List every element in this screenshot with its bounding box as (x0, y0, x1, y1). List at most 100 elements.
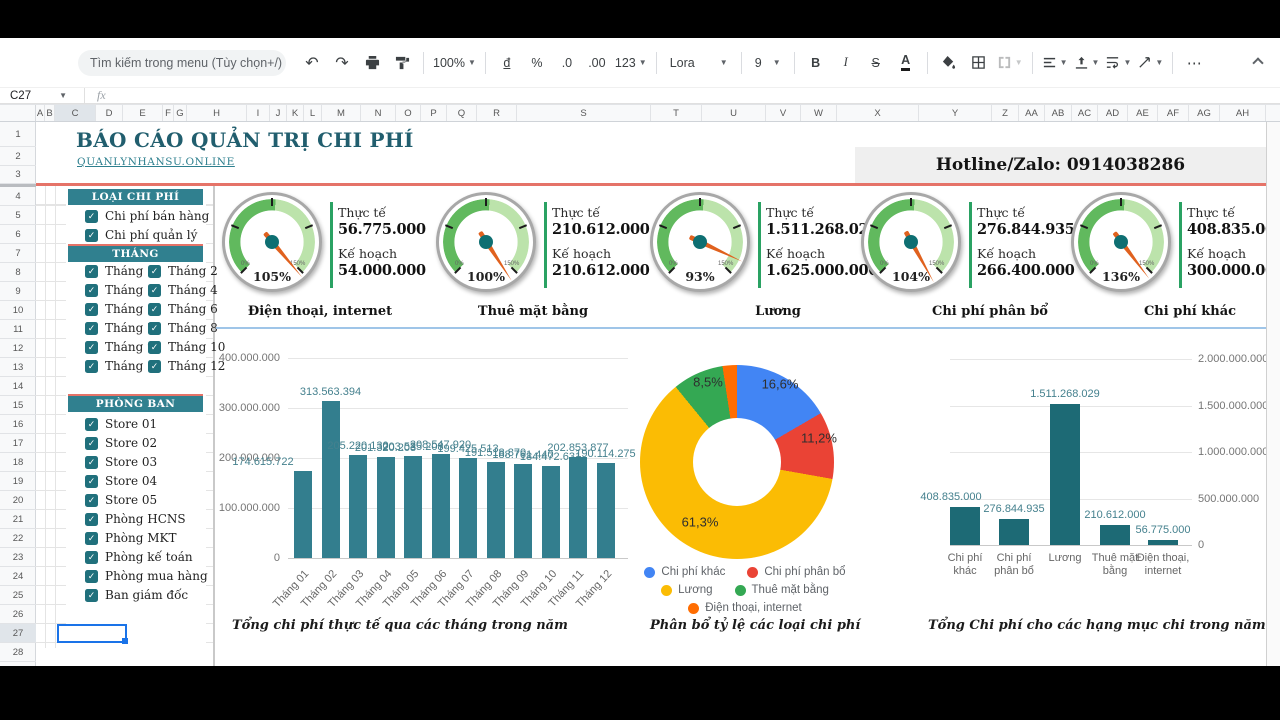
checkbox-checked-icon[interactable]: ✓ (85, 513, 98, 526)
column-header-AD[interactable]: AD (1098, 105, 1128, 121)
column-header-T[interactable]: T (651, 105, 702, 121)
column-header-AE[interactable]: AE (1128, 105, 1158, 121)
font-size-select[interactable]: 9▼ (751, 50, 785, 76)
legend-item-điện-thoại,-internet[interactable]: Điện thoại, internet (688, 602, 802, 614)
checkbox-checked-icon[interactable]: ✓ (85, 360, 98, 373)
filter-item-store-01[interactable]: ✓Store 01 (85, 416, 157, 432)
column-header-C[interactable]: C (55, 105, 96, 121)
row-header-8[interactable]: 8 (0, 263, 36, 282)
select-all-corner[interactable] (0, 105, 36, 121)
collapse-toolbar-icon[interactable] (1238, 50, 1262, 76)
bold-button[interactable]: B (804, 50, 828, 76)
paint-format-icon[interactable] (390, 50, 414, 76)
gauge-dial[interactable]: 0%150%100% (436, 192, 536, 292)
filter-item-store-04[interactable]: ✓Store 04 (85, 473, 157, 489)
checkbox-checked-icon[interactable]: ✓ (85, 494, 98, 507)
formula-input[interactable] (118, 88, 1280, 103)
filter-item-phòng-kế-toán[interactable]: ✓Phòng kế toán (85, 549, 193, 565)
column-header-E[interactable]: E (123, 105, 163, 121)
text-rotation-icon[interactable]: ▼ (1137, 50, 1163, 76)
filter-item-phòng-mua-hàng[interactable]: ✓Phòng mua hàng (85, 568, 208, 584)
row-header-27[interactable]: 27 (0, 624, 36, 643)
more-options-icon[interactable]: ⋯ (1182, 50, 1206, 76)
row-header-21[interactable]: 21 (0, 510, 36, 529)
increase-decimals-button[interactable]: .00 (585, 50, 609, 76)
filter-item-tháng-9[interactable]: ✓Tháng 9 (85, 339, 155, 355)
column-header-B[interactable]: B (45, 105, 55, 121)
undo-icon[interactable]: ↶ (300, 50, 324, 76)
checkbox-checked-icon[interactable]: ✓ (85, 210, 98, 223)
italic-button[interactable]: I (834, 50, 858, 76)
column-header-F[interactable]: F (163, 105, 174, 121)
column-header-M[interactable]: M (322, 105, 361, 121)
gauge-dial[interactable]: 0%150%136% (1071, 192, 1171, 292)
checkbox-checked-icon[interactable]: ✓ (85, 456, 98, 469)
checkbox-checked-icon[interactable]: ✓ (148, 265, 161, 278)
fill-color-icon[interactable] (937, 50, 961, 76)
frozen-column-divider[interactable] (213, 122, 215, 666)
row-header-4[interactable]: 4 (0, 187, 36, 206)
column-header-AF[interactable]: AF (1158, 105, 1189, 121)
strikethrough-button[interactable]: S (864, 50, 888, 76)
row-header-3[interactable]: 3 (0, 166, 36, 184)
name-box[interactable]: C27 ▼ (0, 88, 84, 103)
column-header-S[interactable]: S (517, 105, 651, 121)
filter-item-store-03[interactable]: ✓Store 03 (85, 454, 157, 470)
legend-item-lương[interactable]: Lương (661, 584, 712, 596)
filter-item-store-05[interactable]: ✓Store 05 (85, 492, 157, 508)
row-header-28[interactable]: 28 (0, 643, 36, 662)
zoom-select[interactable]: 100%▼ (433, 50, 476, 76)
row-header-9[interactable]: 9 (0, 282, 36, 301)
row-header-2[interactable]: 2 (0, 147, 36, 166)
column-header-G[interactable]: G (174, 105, 187, 121)
checkbox-checked-icon[interactable]: ✓ (85, 229, 98, 242)
column-header-N[interactable]: N (361, 105, 396, 121)
row-header-6[interactable]: 6 (0, 225, 36, 244)
row-header-16[interactable]: 16 (0, 415, 36, 434)
column-header-Q[interactable]: Q (447, 105, 477, 121)
row-header-11[interactable]: 11 (0, 320, 36, 339)
column-header-U[interactable]: U (702, 105, 766, 121)
filter-item-tháng-2[interactable]: ✓Tháng 2 (148, 263, 218, 279)
legend-item-thuê-mặt-bằng[interactable]: Thuê mặt bằng (735, 584, 829, 596)
decrease-decimals-button[interactable]: .0 (555, 50, 579, 76)
row-header-10[interactable]: 10 (0, 301, 36, 320)
column-header-O[interactable]: O (396, 105, 421, 121)
column-header-A[interactable]: A (36, 105, 45, 121)
number-format-button[interactable]: 123▼ (615, 50, 647, 76)
column-header-Y[interactable]: Y (919, 105, 992, 121)
filter-item-tháng-6[interactable]: ✓Tháng 6 (148, 301, 218, 317)
checkbox-checked-icon[interactable]: ✓ (148, 303, 161, 316)
checkbox-checked-icon[interactable]: ✓ (148, 360, 161, 373)
row-header-7[interactable]: 7 (0, 244, 36, 263)
vertical-scrollbar[interactable] (1266, 122, 1280, 666)
percent-format-button[interactable]: % (525, 50, 549, 76)
redo-icon[interactable]: ↷ (330, 50, 354, 76)
column-header-AA[interactable]: AA (1019, 105, 1045, 121)
checkbox-checked-icon[interactable]: ✓ (85, 284, 98, 297)
row-header-19[interactable]: 19 (0, 472, 36, 491)
row-header-22[interactable]: 22 (0, 529, 36, 548)
column-header-I[interactable]: I (247, 105, 270, 121)
checkbox-checked-icon[interactable]: ✓ (85, 437, 98, 450)
column-header-J[interactable]: J (270, 105, 287, 121)
row-header-15[interactable]: 15 (0, 396, 36, 415)
row-header-26[interactable]: 26 (0, 605, 36, 624)
filter-item-tháng-8[interactable]: ✓Tháng 8 (148, 320, 218, 336)
checkbox-checked-icon[interactable]: ✓ (85, 570, 98, 583)
row-header-12[interactable]: 12 (0, 339, 36, 358)
font-family-select[interactable]: Lora▼ (666, 50, 732, 76)
gauge-dial[interactable]: 0%150%104% (861, 192, 961, 292)
fill-handle[interactable] (122, 638, 128, 644)
column-header-L[interactable]: L (304, 105, 322, 121)
column-header-AH[interactable]: AH (1220, 105, 1266, 121)
menu-search-input[interactable]: Tìm kiếm trong menu (Tùy chọn+/) (78, 50, 286, 76)
row-header-25[interactable]: 25 (0, 586, 36, 605)
filter-item-tháng-1[interactable]: ✓Tháng 1 (85, 263, 155, 279)
row-header-1[interactable]: 1 (0, 122, 36, 147)
column-header-P[interactable]: P (421, 105, 447, 121)
merge-cells-icon[interactable]: ▼ (997, 50, 1023, 76)
row-header-17[interactable]: 17 (0, 434, 36, 453)
checkbox-checked-icon[interactable]: ✓ (85, 475, 98, 488)
checkbox-checked-icon[interactable]: ✓ (85, 551, 98, 564)
